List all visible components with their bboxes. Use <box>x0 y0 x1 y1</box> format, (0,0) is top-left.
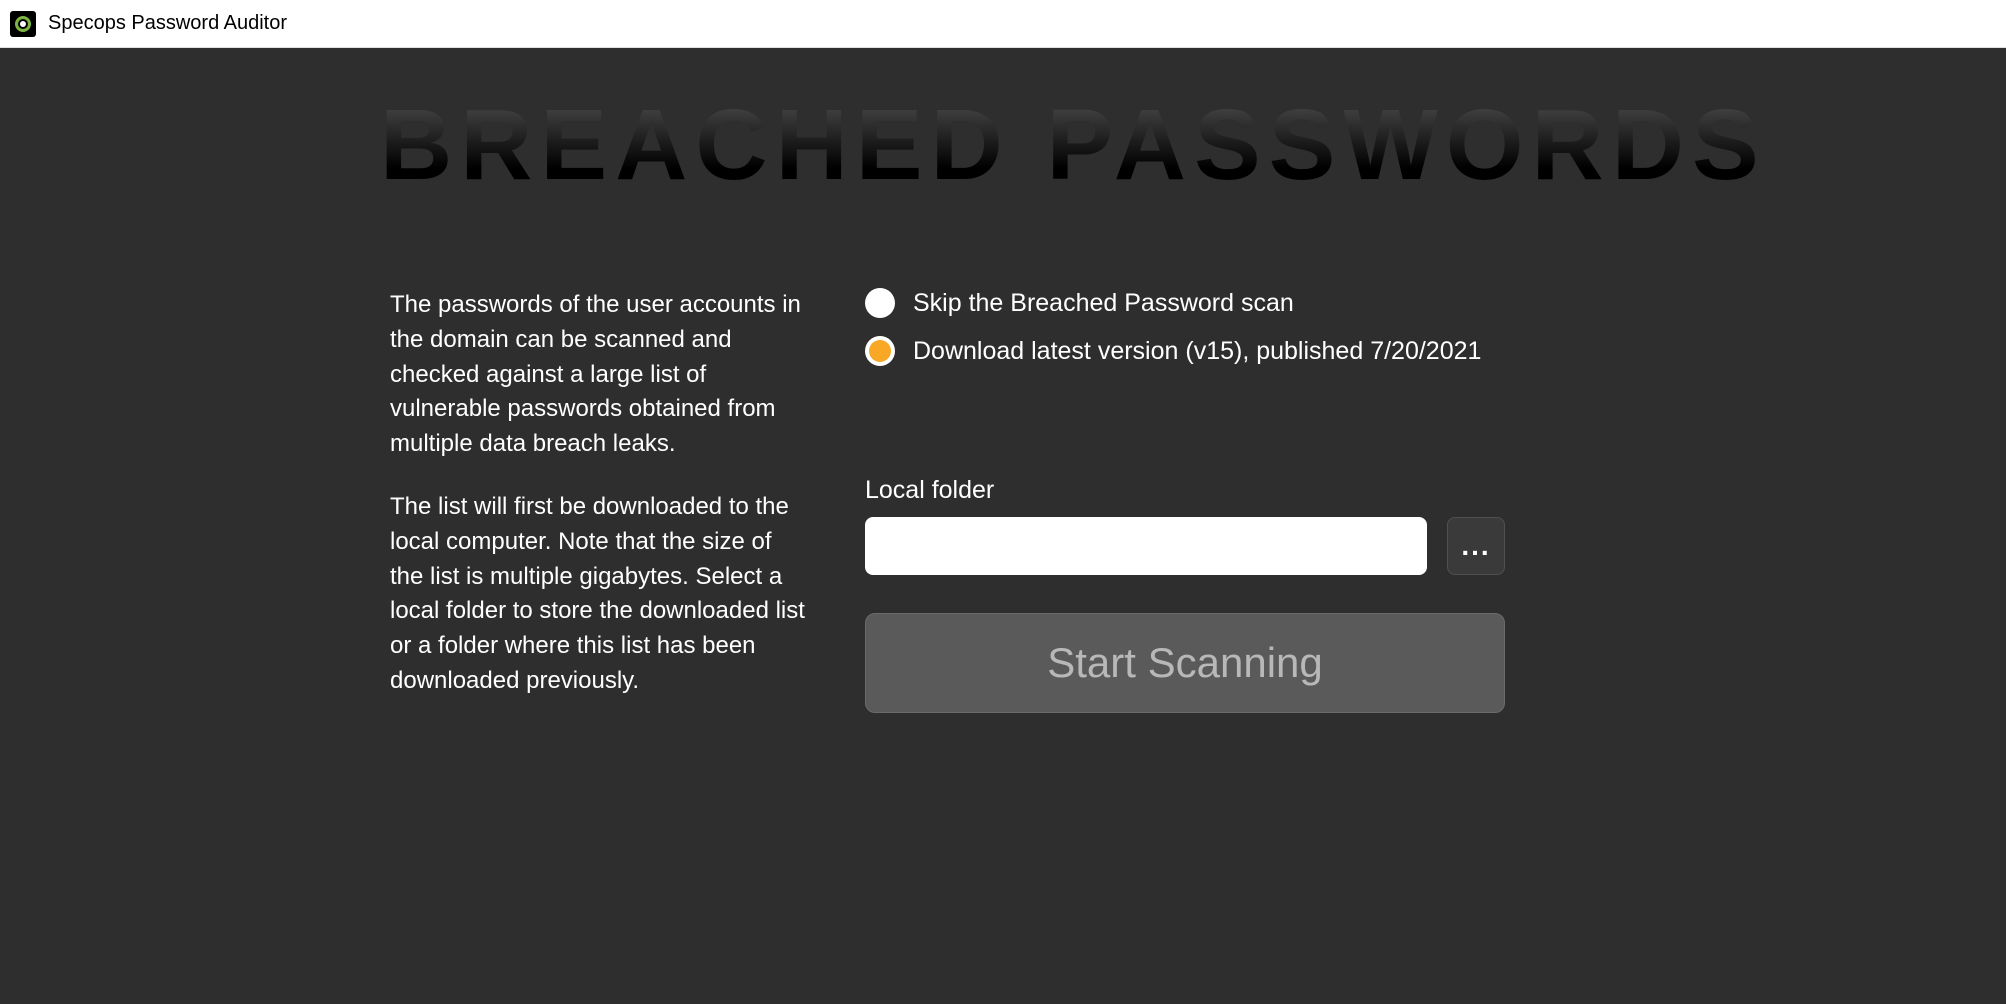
description-paragraph-1: The passwords of the user accounts in th… <box>390 288 810 462</box>
options-column: Skip the Breached Password scan Download… <box>865 288 1505 727</box>
browse-button[interactable]: ... <box>1447 517 1505 575</box>
radio-label-skip: Skip the Breached Password scan <box>913 289 1294 318</box>
window-title: Specops Password Auditor <box>48 12 287 35</box>
app-icon <box>10 11 36 37</box>
folder-row: ... <box>865 517 1505 575</box>
start-scanning-button[interactable]: Start Scanning <box>865 613 1505 713</box>
radio-icon-selected <box>865 336 895 366</box>
description-paragraph-2: The list will first be downloaded to the… <box>390 490 810 699</box>
radio-icon <box>865 288 895 318</box>
radio-label-download: Download latest version (v15), published… <box>913 337 1481 366</box>
description-column: The passwords of the user accounts in th… <box>390 288 810 727</box>
radio-option-download[interactable]: Download latest version (v15), published… <box>865 336 1505 366</box>
page-heading: BREACHED PASSWORDS <box>380 88 1806 203</box>
content-wrapper: The passwords of the user accounts in th… <box>390 288 1906 727</box>
folder-label: Local folder <box>865 476 1505 505</box>
titlebar: Specops Password Auditor <box>0 0 2006 48</box>
local-folder-input[interactable] <box>865 517 1427 575</box>
radio-option-skip[interactable]: Skip the Breached Password scan <box>865 288 1505 318</box>
radio-group: Skip the Breached Password scan Download… <box>865 288 1505 366</box>
ellipsis-icon: ... <box>1461 530 1490 562</box>
main-content: BREACHED PASSWORDS The passwords of the … <box>0 48 2006 1004</box>
